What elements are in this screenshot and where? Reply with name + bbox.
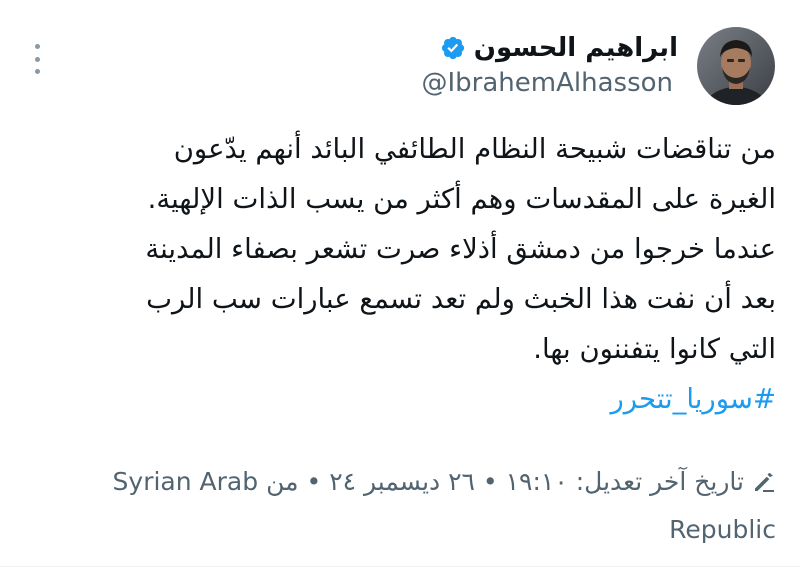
tweet-text: من تناقضات شبيحة النظام الطائفي البائد أ…	[56, 124, 776, 424]
tweet-line: الغيرة على المقدسات وهم أكثر من يسب الذا…	[147, 183, 776, 215]
more-options-icon[interactable]	[30, 44, 44, 74]
tweet-footer: تاريخ آخر تعديل: ١٩:١٠ • ٢٦ ديسمبر ٢٤ • …	[46, 458, 776, 554]
divider	[0, 566, 800, 567]
tweet-line: التي كانوا يتفننون بها.	[533, 333, 776, 365]
tweet-line: بعد أن نفت هذا الخبث ولم تعد تسمع عبارات…	[146, 283, 776, 315]
location-text: Syrian Arab	[112, 467, 259, 496]
tweet-line: من تناقضات شبيحة النظام الطائفي البائد أ…	[173, 133, 776, 165]
last-edited-label[interactable]: تاريخ آخر تعديل: ١٩:١٠ • ٢٦ ديسمبر ٢٤ • …	[266, 458, 744, 506]
author-display-name[interactable]: ابراهيم الحسون	[474, 33, 678, 63]
tweet-line: عندما خرجوا من دمشق أذلاء صرت تشعر بصفاء…	[145, 233, 776, 265]
avatar[interactable]	[697, 27, 775, 105]
profile-photo	[697, 27, 775, 105]
hashtag-link[interactable]: #سوريا_تتحرر	[56, 374, 776, 424]
author-handle[interactable]: @IbrahemAlhasson	[422, 68, 674, 98]
verified-badge-icon[interactable]	[440, 35, 466, 61]
edit-info-row[interactable]: تاريخ آخر تعديل: ١٩:١٠ • ٢٦ ديسمبر ٢٤ • …	[46, 458, 776, 506]
location-text-continued: Republic	[669, 515, 776, 544]
author-name-row[interactable]: ابراهيم الحسون	[440, 28, 678, 68]
pencil-icon	[755, 473, 774, 492]
